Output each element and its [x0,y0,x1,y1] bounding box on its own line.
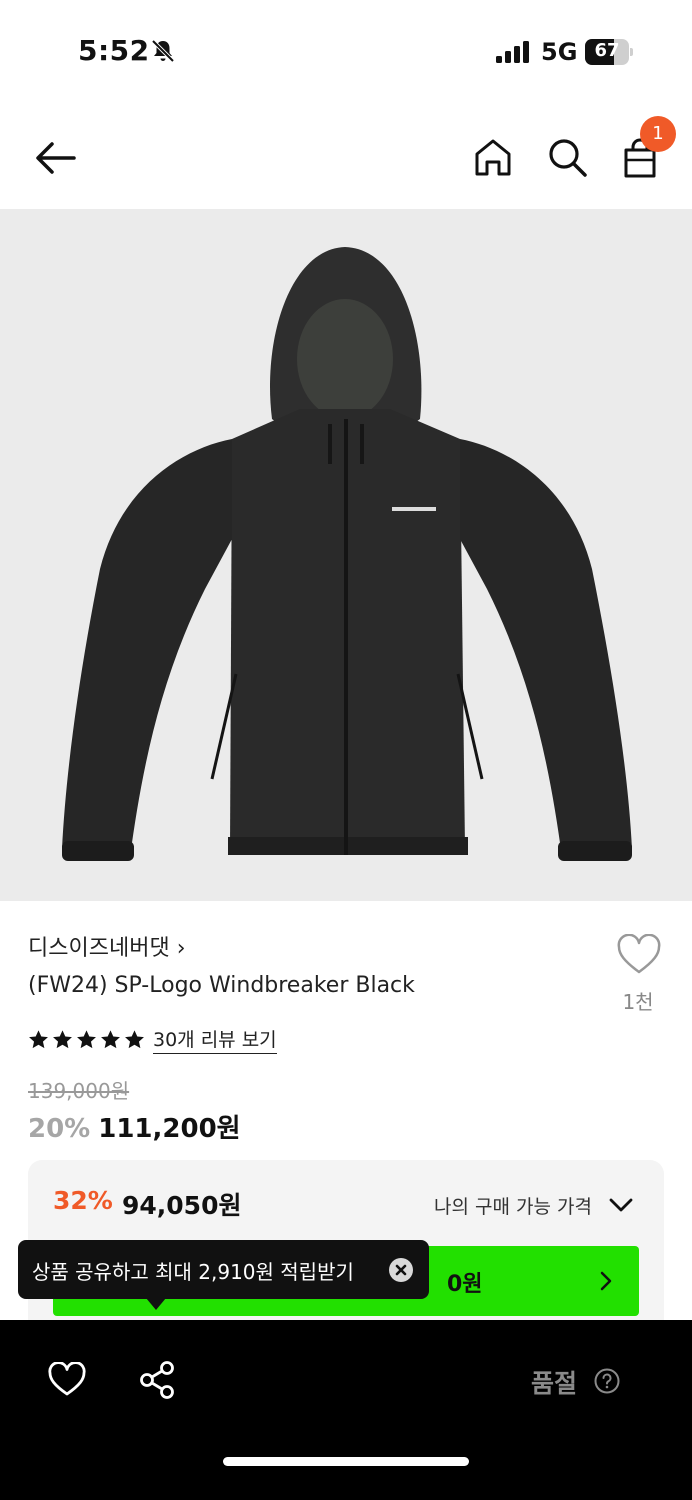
review-link[interactable]: 30개 리뷰 보기 [153,1025,277,1054]
soldout-label: 품절 [531,1369,578,1398]
share-icon[interactable] [138,1360,176,1400]
rating-stars [28,1029,145,1050]
chevron-down-icon[interactable] [608,1194,634,1216]
search-icon[interactable] [544,134,590,180]
chevron-right-small-icon: › [176,936,186,961]
product-title: (FW24) SP-Logo Windbreaker Black [28,973,415,998]
windbreaker-jacket-image [62,247,632,861]
coupon-price: 0원 [447,1272,483,1297]
close-x-glyph [395,1264,407,1276]
home-indicator [223,1457,469,1466]
sale-price: 111,200원 [98,1114,241,1144]
star-icon [101,1029,120,1048]
original-price: 139,000원 [28,1079,130,1103]
battery-indicator: 67 [585,39,633,65]
home-icon[interactable] [470,134,516,180]
battery-body: 67 [585,39,629,65]
heart-icon[interactable] [48,1362,86,1398]
network-label: 5G [541,38,578,66]
tooltip-arrow [146,1298,166,1310]
back-arrow-icon[interactable] [30,136,82,180]
wishlist-count: 1천 [622,990,654,1014]
member-price: 94,050원 [122,1191,242,1220]
star-icon [53,1029,72,1048]
battery-level: 67 [594,40,620,61]
bottom-action-bar: 품절 [0,1320,692,1500]
star-icon [125,1029,144,1048]
share-reward-tooltip: 상품 공유하고 최대 2,910원 적립받기 [18,1240,429,1310]
price-row: 20% 111,200원 [28,1108,241,1145]
status-time: 5:52 [78,34,150,67]
brand-name: 디스이즈네버댓 [28,936,170,961]
member-discount-rate: 32% [53,1186,113,1215]
close-icon[interactable] [389,1258,413,1282]
top-nav [0,112,692,204]
status-bar: 5:52 5G 67 [0,0,692,100]
star-icon [29,1029,48,1048]
star-icon [77,1029,96,1048]
signal-icon [496,41,529,63]
product-image[interactable] [0,209,692,901]
member-price-toggle[interactable]: 나의 구매 가능 가격 [434,1192,592,1219]
cart-count-badge: 1 [640,116,676,152]
chevron-right-icon [600,1271,612,1291]
heart-outline-icon[interactable] [616,934,662,976]
help-icon[interactable] [594,1368,620,1394]
rating-row: 30개 리뷰 보기 [28,1024,277,1054]
discount-rate: 20% [28,1114,91,1144]
brand-link[interactable]: 디스이즈네버댓 › [28,930,186,962]
tooltip-text: 상품 공유하고 최대 2,910원 적립받기 [32,1260,354,1284]
battery-tip [630,48,633,56]
bell-muted-icon [151,39,175,63]
